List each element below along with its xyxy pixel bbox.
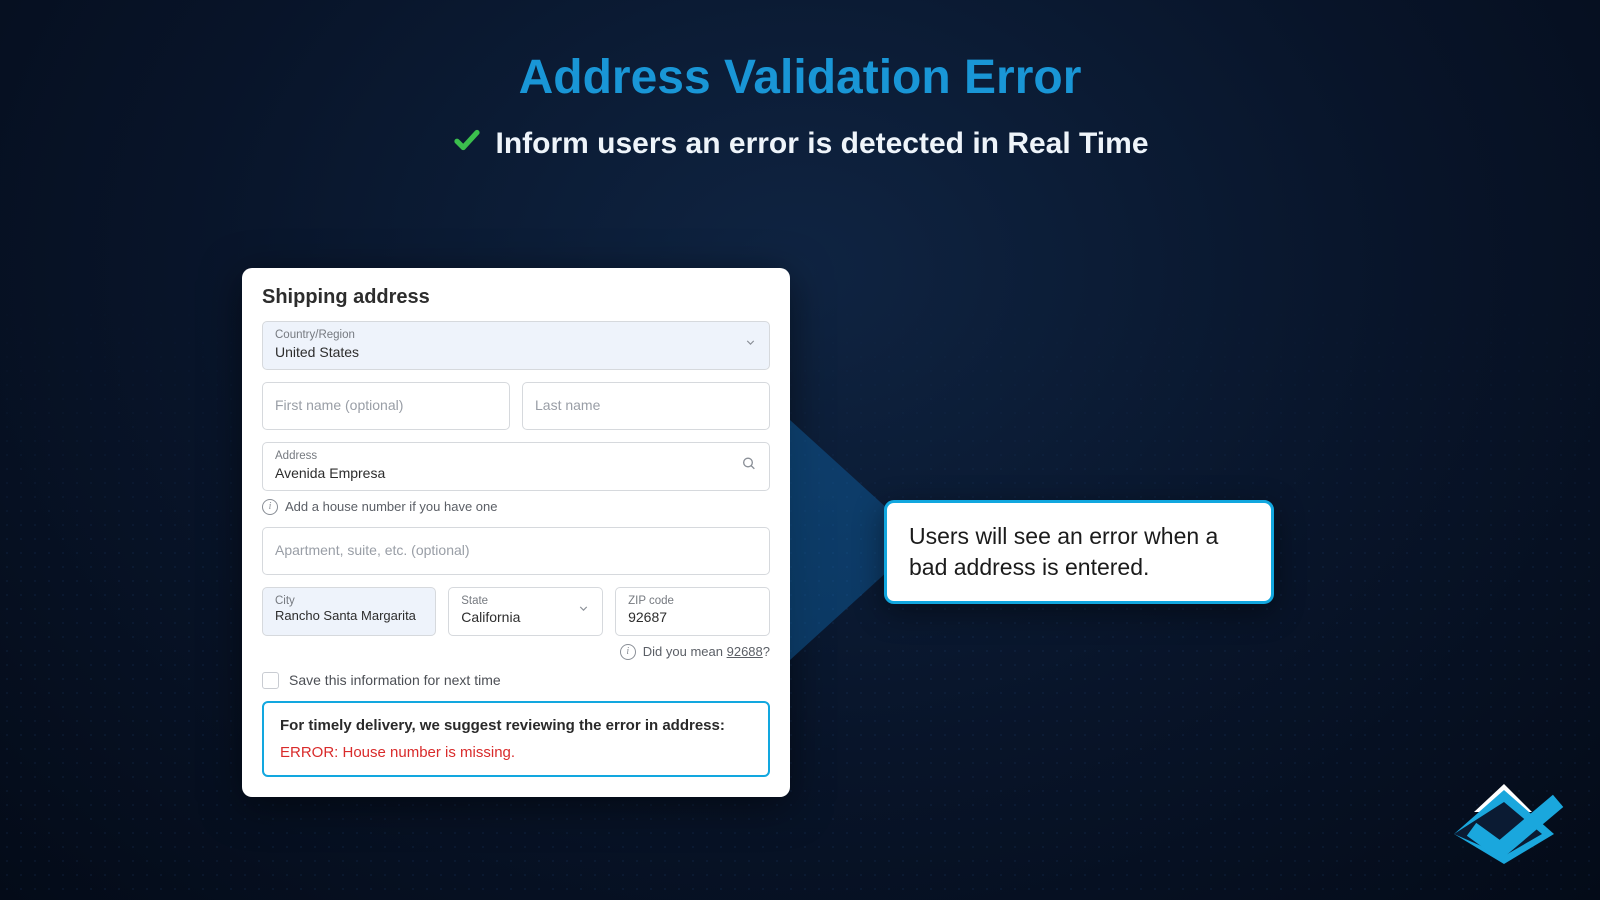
save-info-row[interactable]: Save this information for next time [262, 672, 770, 689]
callout-text: Users will see an error when a bad addre… [909, 523, 1218, 580]
save-info-label: Save this information for next time [289, 672, 501, 688]
subtitle-row: Inform users an error is detected in Rea… [0, 125, 1600, 163]
first-name-field[interactable]: First name (optional) [262, 382, 510, 430]
city-label: City [275, 595, 423, 609]
background-skyline [0, 280, 1600, 900]
apartment-field[interactable]: Apartment, suite, etc. (optional) [262, 527, 770, 575]
callout-box: Users will see an error when a bad addre… [884, 500, 1274, 604]
address-field[interactable]: Address Avenida Empresa [262, 442, 770, 491]
info-icon: i [620, 644, 636, 660]
state-value: California [461, 608, 590, 626]
chevron-down-icon [744, 336, 757, 354]
search-icon [741, 456, 757, 477]
zip-label: ZIP code [628, 595, 757, 609]
form-heading: Shipping address [262, 286, 770, 309]
address-value: Avenida Empresa [275, 464, 757, 482]
error-panel: For timely delivery, we suggest reviewin… [262, 701, 770, 777]
state-label: State [461, 595, 590, 609]
city-field[interactable]: City Rancho Santa Margarita [262, 587, 436, 636]
save-info-checkbox[interactable] [262, 672, 279, 689]
brand-logo [1434, 772, 1564, 872]
zip-suggestion-link[interactable]: 92688 [727, 644, 763, 659]
zip-hint-text: Did you mean 92688? [643, 644, 770, 659]
zip-value: 92687 [628, 608, 757, 626]
address-hint-text: Add a house number if you have one [285, 499, 497, 514]
last-name-placeholder: Last name [535, 390, 757, 421]
error-message: ERROR: House number is missing. [280, 744, 752, 761]
address-hint: i Add a house number if you have one [262, 499, 770, 515]
country-value: United States [275, 343, 757, 361]
zip-hint: i Did you mean 92688? [262, 644, 770, 660]
country-select[interactable]: Country/Region United States [262, 321, 770, 370]
error-lead: For timely delivery, we suggest reviewin… [280, 717, 752, 734]
subtitle-text: Inform users an error is detected in Rea… [496, 127, 1149, 161]
city-value: Rancho Santa Margarita [275, 608, 423, 625]
info-icon: i [262, 499, 278, 515]
page-title: Address Validation Error [0, 50, 1600, 105]
zip-field[interactable]: ZIP code 92687 [615, 587, 770, 636]
country-label: Country/Region [275, 329, 757, 343]
last-name-field[interactable]: Last name [522, 382, 770, 430]
first-name-placeholder: First name (optional) [275, 390, 497, 421]
state-select[interactable]: State California [448, 587, 603, 636]
chevron-down-icon [577, 602, 590, 620]
apartment-placeholder: Apartment, suite, etc. (optional) [275, 535, 757, 566]
shipping-form-card: Shipping address Country/Region United S… [242, 268, 790, 797]
address-label: Address [275, 450, 757, 464]
check-icon [452, 125, 482, 163]
